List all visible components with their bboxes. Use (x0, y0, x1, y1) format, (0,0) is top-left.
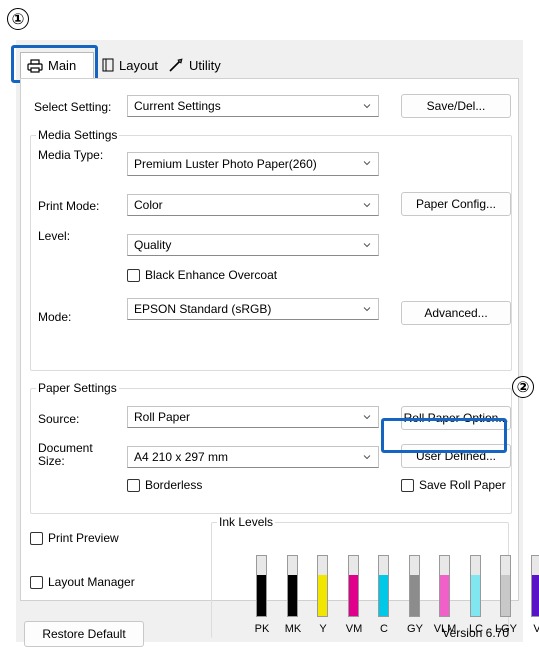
select-setting-combo[interactable]: Current Settings (127, 95, 379, 117)
restore-default-button[interactable]: Restore Default (24, 621, 144, 647)
callout-2: ② (512, 376, 534, 398)
dialog-footer: Restore Default Version 6.70 (20, 607, 519, 647)
checkbox-box (401, 478, 414, 492)
mode-combo[interactable]: EPSON Standard (sRGB) (127, 298, 379, 320)
checkbox-box (127, 268, 140, 282)
tab-layout-label: Layout (119, 57, 159, 73)
chevron-down-icon (363, 455, 371, 460)
black-enhance-label: Black Enhance Overcoat (145, 268, 278, 282)
paper-settings-title: Paper Settings (36, 381, 119, 395)
advanced-button[interactable]: Advanced... (401, 301, 511, 325)
chevron-down-icon (363, 161, 371, 166)
version-label: Version 6.70 (442, 626, 509, 640)
tab-main-label: Main (48, 58, 77, 73)
tab-main[interactable]: Main (20, 52, 94, 78)
checkbox-box (30, 531, 43, 545)
select-setting-label: Select Setting: (34, 100, 112, 114)
black-enhance-checkbox[interactable]: Black Enhance Overcoat (127, 268, 277, 282)
print-preview-label: Print Preview (48, 531, 119, 545)
chevron-down-icon (363, 104, 371, 109)
save-roll-paper-label: Save Roll Paper (419, 478, 506, 492)
paper-settings-group: Paper Settings Source: Roll Paper Roll P… (30, 381, 512, 514)
checkbox-box (30, 575, 43, 589)
callout-1: ① (7, 8, 29, 30)
wrench-icon (169, 58, 183, 72)
layout-manager-checkbox[interactable]: Layout Manager (30, 575, 135, 589)
tab-strip: Main Layout Utility (16, 40, 523, 78)
main-tab-panel: Select Setting: Current Settings Save/De… (20, 78, 539, 638)
mode-label: Mode: (38, 310, 72, 324)
ink-fill-v (532, 575, 539, 616)
level-combo[interactable]: Quality (127, 234, 379, 256)
save-roll-paper-checkbox[interactable]: Save Roll Paper (401, 478, 506, 492)
chevron-down-icon (363, 203, 371, 208)
print-mode-value: Color (134, 198, 163, 212)
user-defined-button[interactable]: User Defined... (401, 444, 511, 468)
document-size-combo[interactable]: A4 210 x 297 mm (127, 446, 379, 468)
ink-label-v: V (533, 623, 539, 635)
borderless-label: Borderless (145, 478, 203, 492)
chevron-down-icon (363, 415, 371, 420)
level-label: Level: (38, 229, 71, 243)
mode-value: EPSON Standard (sRGB) (134, 302, 272, 316)
ink-bar-v (531, 555, 539, 617)
printer-icon (27, 58, 43, 73)
paper-config-button[interactable]: Paper Config... (401, 192, 511, 216)
media-settings-title: Media Settings (36, 128, 120, 142)
media-settings-group: Media Settings Media Type: Premium Luste… (30, 128, 512, 371)
print-mode-label: Print Mode: (38, 199, 100, 213)
layout-manager-label: Layout Manager (48, 575, 135, 589)
print-mode-combo[interactable]: Color (127, 194, 379, 216)
chevron-down-icon (363, 243, 371, 248)
save-del-button[interactable]: Save/Del... (401, 94, 511, 118)
source-combo[interactable]: Roll Paper (127, 406, 379, 428)
source-value: Roll Paper (134, 410, 191, 424)
print-preview-checkbox[interactable]: Print Preview (30, 531, 119, 545)
chevron-down-icon (363, 307, 371, 312)
level-value: Quality (134, 238, 172, 252)
source-label: Source: (38, 412, 80, 426)
document-size-label: Document Size: (38, 441, 93, 468)
document-size-value: A4 210 x 297 mm (134, 450, 229, 464)
media-type-value: Premium Luster Photo Paper(260) (134, 157, 317, 171)
media-type-label: Media Type: (38, 148, 104, 162)
select-setting-value: Current Settings (134, 99, 221, 113)
printer-properties-dialog: Main Layout Utility Select Setting: Curr… (11, 40, 539, 647)
page-layout-icon (102, 58, 114, 72)
borderless-checkbox[interactable]: Borderless (127, 478, 202, 492)
tab-utility[interactable]: Utility (168, 54, 221, 76)
tab-layout[interactable]: Layout (102, 54, 158, 76)
tab-utility-label: Utility (189, 57, 221, 73)
checkbox-box (127, 478, 140, 492)
media-type-combo[interactable]: Premium Luster Photo Paper(260) (127, 152, 379, 176)
roll-paper-option-button[interactable]: Roll Paper Option... (401, 406, 511, 430)
